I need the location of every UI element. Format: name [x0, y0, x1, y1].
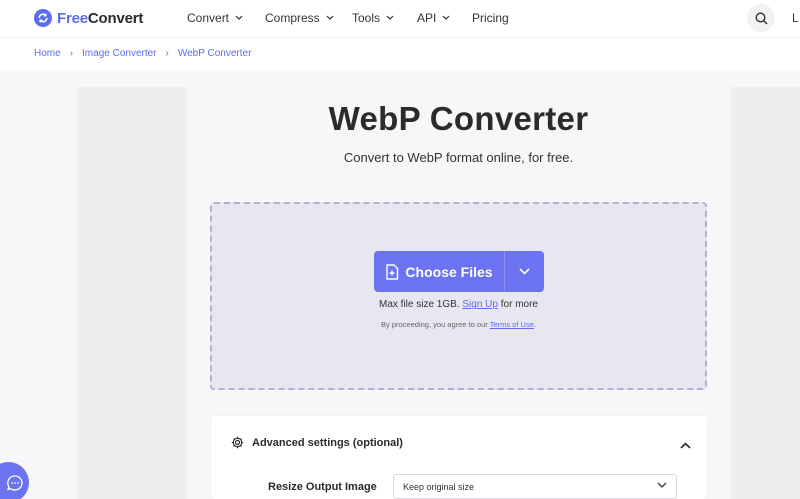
right-ad-column	[731, 87, 800, 499]
max-size-suffix: for more	[500, 299, 538, 310]
breadcrumb: Home › Image Converter › WebP Converter	[34, 48, 251, 59]
search-icon	[754, 11, 768, 25]
chat-icon	[6, 474, 23, 491]
upload-source-dropdown[interactable]	[504, 251, 544, 292]
nav-label: API	[417, 11, 437, 25]
gear-icon	[231, 436, 244, 449]
nav-label: Convert	[187, 11, 230, 25]
logo-text: FreeConvert	[57, 9, 144, 27]
choose-files-button[interactable]: Choose Files	[374, 251, 504, 292]
breadcrumb-home[interactable]: Home	[34, 48, 61, 59]
chevron-up-icon	[679, 441, 691, 449]
advanced-settings-header[interactable]: Advanced settings (optional)	[231, 436, 403, 449]
nav-label: Tools	[352, 11, 381, 25]
max-file-size-note: Max file size 1GB. Sign Up for more	[210, 299, 707, 310]
upload-dropzone[interactable]	[210, 202, 707, 390]
nav-convert[interactable]: Convert	[187, 11, 243, 25]
search-button[interactable]	[747, 4, 775, 32]
collapse-settings-button[interactable]	[678, 438, 692, 452]
nav-label: Pricing	[472, 11, 509, 25]
logo[interactable]: FreeConvert	[34, 9, 143, 27]
chevron-down-icon	[235, 15, 243, 20]
file-add-icon	[385, 263, 399, 280]
page-subtitle: Convert to WebP format online, for free.	[343, 150, 574, 165]
chevron-down-icon	[442, 15, 450, 20]
nav-pricing[interactable]: Pricing	[472, 11, 509, 25]
terms-text: By proceeding, you agree to our	[381, 320, 488, 329]
terms-period: .	[533, 320, 536, 329]
advanced-settings-title: Advanced settings (optional)	[252, 436, 403, 449]
chevron-down-icon	[519, 268, 530, 275]
page-title: WebP Converter	[328, 100, 589, 137]
logo-icon	[34, 9, 52, 27]
nav-api[interactable]: API	[417, 11, 450, 25]
left-ad-column	[78, 87, 186, 499]
nav-compress[interactable]: Compress	[265, 11, 334, 25]
top-nav-bar: FreeConvert Convert Compress Tools API P…	[0, 0, 800, 38]
max-size-text: Max file size 1GB.	[379, 299, 460, 310]
resize-select-value: Keep original size	[403, 482, 475, 492]
chevron-down-icon	[326, 15, 334, 20]
choose-files-label: Choose Files	[405, 263, 493, 280]
terms-note: By proceeding, you agree to our Terms of…	[210, 320, 707, 329]
resize-output-select[interactable]: Keep original size	[393, 474, 677, 499]
breadcrumb-current: WebP Converter	[177, 48, 252, 59]
nav-tools[interactable]: Tools	[352, 11, 394, 25]
login-link[interactable]: L	[792, 11, 799, 25]
choose-files-group: Choose Files	[374, 251, 544, 292]
nav-label: Compress	[265, 11, 320, 25]
breadcrumb-image-converter[interactable]: Image Converter	[82, 48, 156, 59]
resize-output-label: Resize Output Image	[268, 481, 377, 493]
terms-link[interactable]: Terms of Use	[490, 320, 534, 329]
chevron-down-icon	[386, 15, 394, 20]
chevron-down-icon	[657, 482, 667, 488]
chevron-right-icon: ›	[165, 48, 169, 59]
signup-link[interactable]: Sign Up	[462, 299, 498, 310]
chevron-right-icon: ›	[69, 48, 74, 59]
